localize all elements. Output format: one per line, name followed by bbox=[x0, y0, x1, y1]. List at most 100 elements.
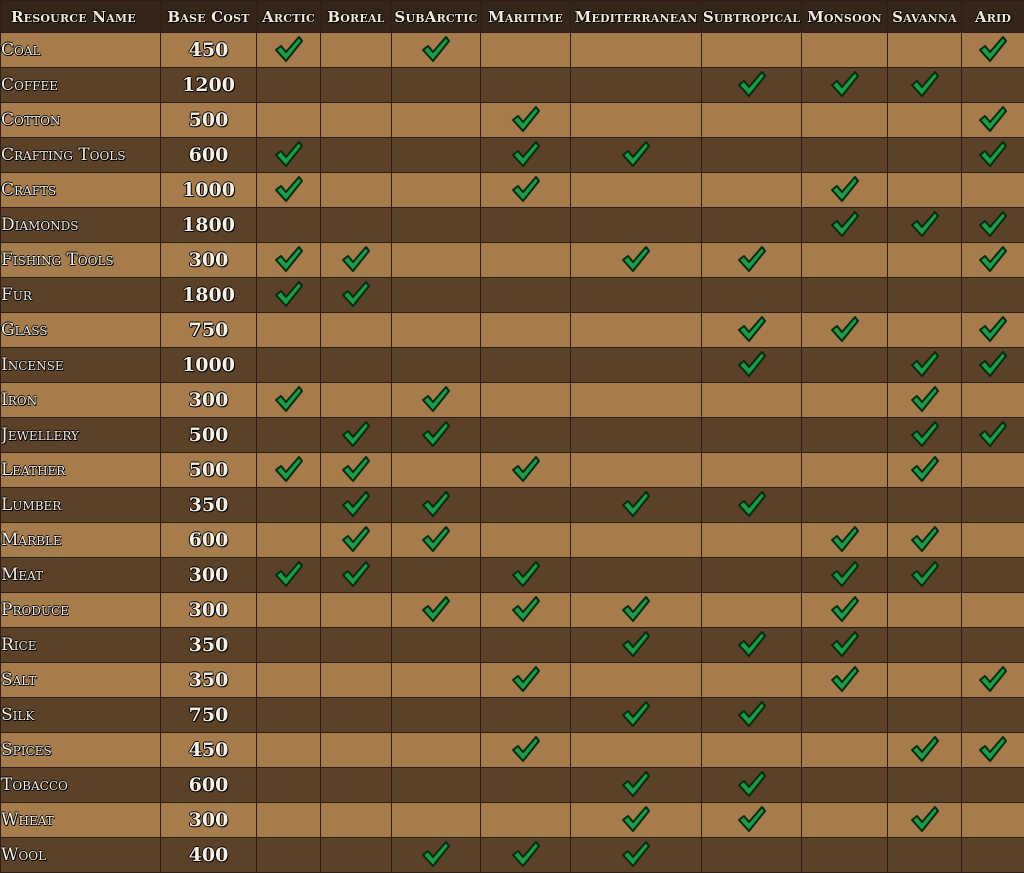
checkmark-icon bbox=[737, 363, 767, 382]
climate-cell-boreal bbox=[321, 313, 392, 348]
climate-cell-savanna bbox=[888, 523, 962, 558]
resource-climate-table: Resource Name Base Cost Arctic Boreal Su… bbox=[0, 0, 1024, 873]
table-row: Diamonds1800 bbox=[1, 208, 1024, 243]
checkmark-icon bbox=[511, 153, 541, 172]
header-row: Resource Name Base Cost Arctic Boreal Su… bbox=[1, 1, 1024, 33]
climate-cell-savanna bbox=[888, 838, 962, 873]
climate-cell-arid bbox=[962, 138, 1024, 173]
header-resource-name: Resource Name bbox=[1, 1, 161, 33]
climate-cell-arctic bbox=[257, 173, 321, 208]
climate-cell-savanna bbox=[888, 698, 962, 733]
base-cost-cell: 500 bbox=[161, 418, 257, 453]
checkmark-icon bbox=[621, 783, 651, 802]
checkmark-icon bbox=[511, 188, 541, 207]
climate-cell-savanna bbox=[888, 418, 962, 453]
checkmark-icon bbox=[910, 468, 940, 487]
resource-name-cell: Produce bbox=[1, 593, 161, 628]
climate-cell-boreal bbox=[321, 523, 392, 558]
checkmark-icon bbox=[830, 223, 860, 242]
climate-cell-subarctic bbox=[392, 208, 481, 243]
climate-cell-boreal bbox=[321, 418, 392, 453]
table-row: Coal450 bbox=[1, 33, 1024, 68]
climate-cell-mediterranean bbox=[571, 593, 702, 628]
climate-cell-subtropical bbox=[702, 383, 802, 418]
checkmark-icon bbox=[621, 818, 651, 837]
checkmark-icon bbox=[830, 83, 860, 102]
checkmark-icon bbox=[978, 153, 1008, 172]
climate-cell-monsoon bbox=[802, 523, 888, 558]
climate-cell-maritime bbox=[481, 138, 571, 173]
base-cost-cell: 450 bbox=[161, 733, 257, 768]
climate-cell-savanna bbox=[888, 68, 962, 103]
checkmark-icon bbox=[621, 713, 651, 732]
checkmark-icon bbox=[511, 853, 541, 872]
climate-cell-mediterranean bbox=[571, 523, 702, 558]
table-row: Crafting Tools600 bbox=[1, 138, 1024, 173]
climate-cell-savanna bbox=[888, 628, 962, 663]
climate-cell-maritime bbox=[481, 348, 571, 383]
checkmark-icon bbox=[341, 573, 371, 592]
table-row: Lumber350 bbox=[1, 488, 1024, 523]
climate-cell-maritime bbox=[481, 68, 571, 103]
climate-cell-arid bbox=[962, 733, 1024, 768]
header-climate-savanna: Savanna bbox=[888, 1, 962, 33]
climate-cell-mediterranean bbox=[571, 418, 702, 453]
base-cost-cell: 300 bbox=[161, 593, 257, 628]
checkmark-icon bbox=[978, 48, 1008, 67]
climate-cell-savanna bbox=[888, 173, 962, 208]
climate-cell-arctic bbox=[257, 313, 321, 348]
climate-cell-maritime bbox=[481, 418, 571, 453]
climate-cell-boreal bbox=[321, 278, 392, 313]
climate-cell-monsoon bbox=[802, 453, 888, 488]
resource-name-cell: Diamonds bbox=[1, 208, 161, 243]
climate-cell-maritime bbox=[481, 453, 571, 488]
climate-cell-subtropical bbox=[702, 243, 802, 278]
climate-cell-boreal bbox=[321, 243, 392, 278]
checkmark-icon bbox=[910, 223, 940, 242]
climate-cell-arid bbox=[962, 663, 1024, 698]
climate-cell-subarctic bbox=[392, 803, 481, 838]
climate-cell-maritime bbox=[481, 838, 571, 873]
checkmark-icon bbox=[737, 328, 767, 347]
checkmark-icon bbox=[830, 538, 860, 557]
climate-cell-subtropical bbox=[702, 68, 802, 103]
climate-cell-subarctic bbox=[392, 138, 481, 173]
header-climate-arctic: Arctic bbox=[257, 1, 321, 33]
resource-name-cell: Salt bbox=[1, 663, 161, 698]
table-row: Glass750 bbox=[1, 313, 1024, 348]
checkmark-icon bbox=[341, 538, 371, 557]
climate-cell-arctic bbox=[257, 663, 321, 698]
table-row: Fishing Tools300 bbox=[1, 243, 1024, 278]
climate-cell-boreal bbox=[321, 488, 392, 523]
base-cost-cell: 450 bbox=[161, 33, 257, 68]
climate-cell-subarctic bbox=[392, 278, 481, 313]
climate-cell-arid bbox=[962, 523, 1024, 558]
climate-cell-mediterranean bbox=[571, 453, 702, 488]
checkmark-icon bbox=[421, 398, 451, 417]
climate-cell-monsoon bbox=[802, 313, 888, 348]
climate-cell-monsoon bbox=[802, 173, 888, 208]
table-row: Iron300 bbox=[1, 383, 1024, 418]
base-cost-cell: 1000 bbox=[161, 348, 257, 383]
climate-cell-savanna bbox=[888, 453, 962, 488]
climate-cell-arctic bbox=[257, 418, 321, 453]
climate-cell-savanna bbox=[888, 33, 962, 68]
climate-cell-subtropical bbox=[702, 33, 802, 68]
base-cost-cell: 600 bbox=[161, 768, 257, 803]
climate-cell-mediterranean bbox=[571, 838, 702, 873]
climate-cell-savanna bbox=[888, 733, 962, 768]
climate-cell-subtropical bbox=[702, 733, 802, 768]
climate-cell-savanna bbox=[888, 663, 962, 698]
climate-cell-maritime bbox=[481, 313, 571, 348]
climate-cell-boreal bbox=[321, 33, 392, 68]
checkmark-icon bbox=[737, 643, 767, 662]
climate-cell-mediterranean bbox=[571, 68, 702, 103]
climate-cell-subarctic bbox=[392, 628, 481, 663]
climate-cell-boreal bbox=[321, 698, 392, 733]
base-cost-cell: 300 bbox=[161, 243, 257, 278]
climate-cell-arid bbox=[962, 418, 1024, 453]
climate-cell-monsoon bbox=[802, 103, 888, 138]
checkmark-icon bbox=[910, 573, 940, 592]
table-row: Rice350 bbox=[1, 628, 1024, 663]
base-cost-cell: 400 bbox=[161, 838, 257, 873]
